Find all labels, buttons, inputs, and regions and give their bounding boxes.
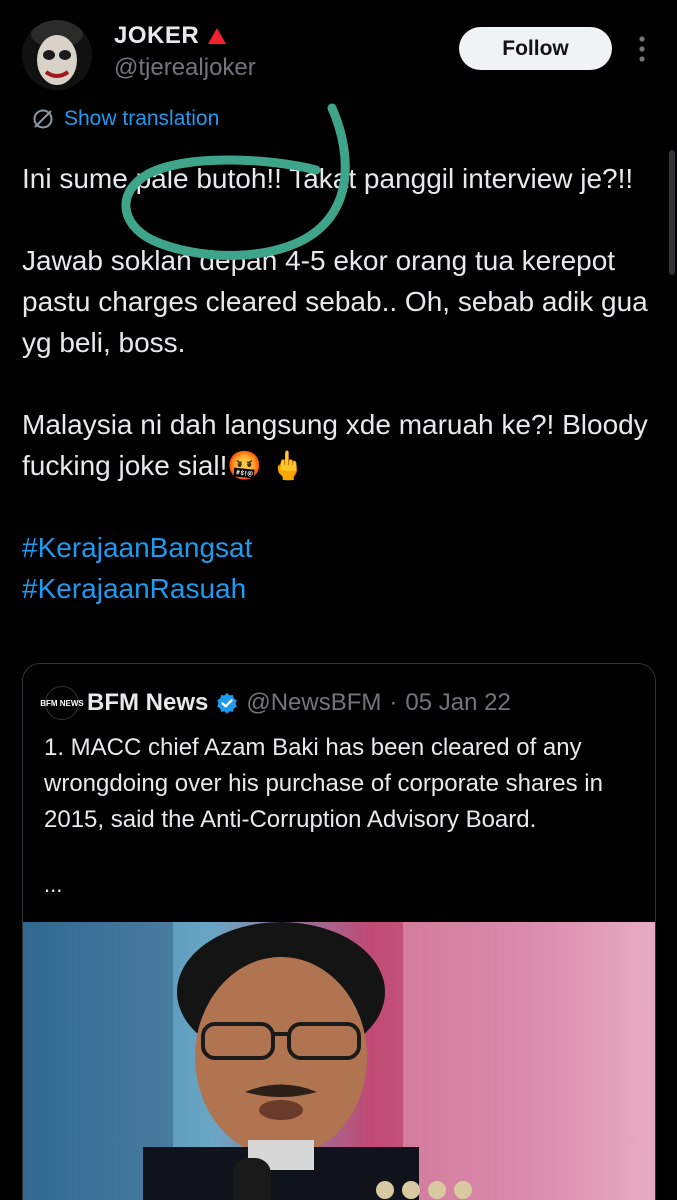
man-portrait-photo [23,922,655,1200]
author-name-row[interactable]: JOKER [114,22,227,50]
scrollbar-thumb[interactable] [669,150,675,275]
quoted-author-name: BFM News [87,689,209,716]
author-display-name[interactable]: JOKER [114,22,199,50]
quoted-tweet-photo[interactable] [23,922,655,1200]
hashtag-link[interactable]: #KerajaanBangsat [22,527,662,568]
author-handle[interactable]: @tjerealjoker [114,54,256,82]
quoted-tweet-text: 1. MACC chief Azam Baki has been cleared… [44,734,603,833]
annotation-scribble-circle [121,103,350,260]
quoted-tweet-ellipsis: ... [44,872,63,897]
joker-avatar-image [22,20,92,90]
more-options-button[interactable] [632,34,652,64]
bfm-news-logo: BFM NEWS [40,686,84,720]
quoted-tweet-card[interactable]: BFM NEWS BFM News @NewsBFM · 05 Jan 22 1… [22,663,656,1200]
hashtag-link[interactable]: #KerajaanRasuah [22,568,662,609]
translate-globe-icon [33,109,53,129]
separator-dot: · [389,689,398,716]
quoted-tweet-header: BFM NEWS BFM News @NewsBFM · 05 Jan 22 [40,686,511,720]
tweet-spacer [22,486,662,527]
red-triangle-icon [208,28,227,44]
follow-button[interactable]: Follow [459,27,612,70]
tweet-paragraph-3: Malaysia ni dah langsung xde maruah ke?!… [22,409,656,481]
quoted-author-handle: @NewsBFM [246,689,382,716]
tweet-spacer [22,363,662,404]
author-avatar[interactable] [22,20,92,90]
verified-badge-icon [217,693,238,714]
quoted-tweet-date: 05 Jan 22 [405,689,511,716]
more-vertical-icon [639,36,645,62]
